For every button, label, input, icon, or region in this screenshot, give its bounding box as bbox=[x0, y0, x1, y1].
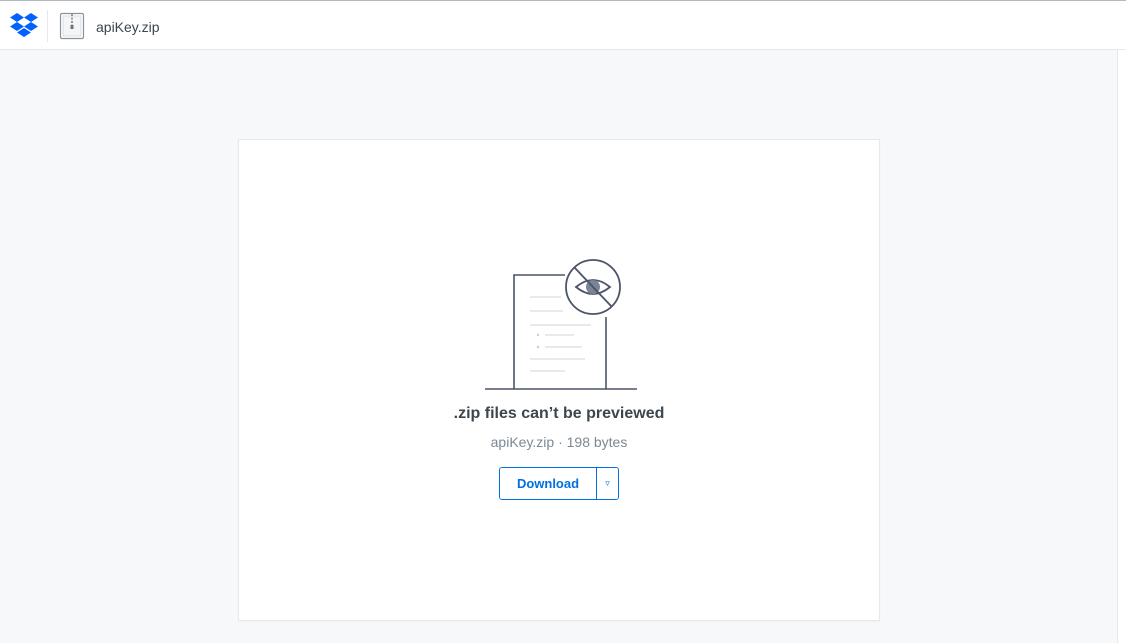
preview-card: .zip files can’t be previewed apiKey.zip… bbox=[238, 139, 880, 621]
zip-file-icon bbox=[59, 12, 85, 40]
document-hidden-eye-illustration bbox=[485, 259, 637, 390]
preview-unavailable-title: .zip files can’t be previewed bbox=[453, 405, 665, 422]
download-button[interactable]: Download bbox=[500, 468, 596, 499]
file-name-title: apiKey.zip bbox=[96, 19, 160, 35]
download-options-button[interactable]: ▿ bbox=[596, 468, 618, 499]
scrollbar[interactable] bbox=[1117, 50, 1126, 643]
header-divider bbox=[47, 10, 48, 42]
dropbox-logo-icon[interactable] bbox=[10, 12, 38, 38]
header-bar: apiKey.zip bbox=[0, 1, 1126, 50]
file-meta-info: apiKey.zip · 198 bytes bbox=[490, 434, 628, 450]
chevron-down-icon: ▿ bbox=[605, 478, 610, 488]
download-button-group: Download ▿ bbox=[499, 467, 619, 500]
